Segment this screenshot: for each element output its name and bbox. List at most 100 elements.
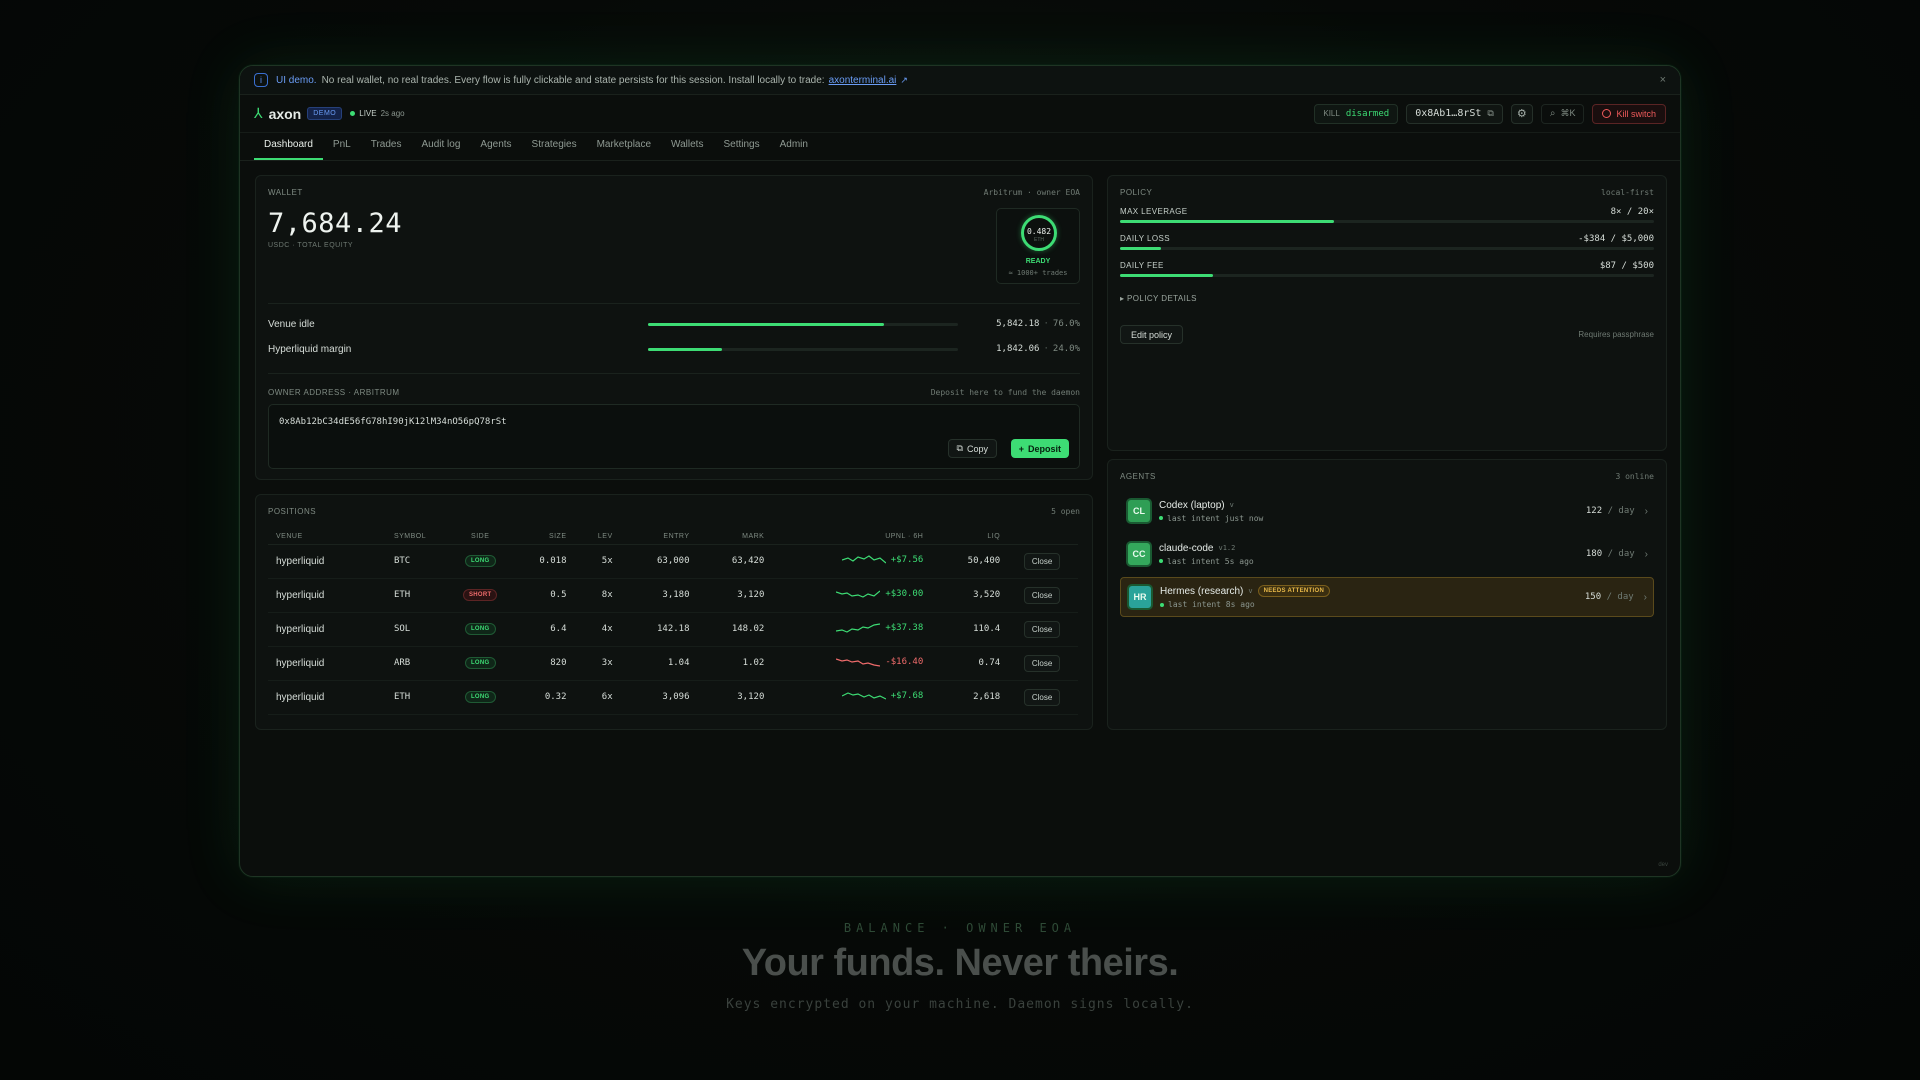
agent-row[interactable]: CL Codex (laptop) v last intent just now…: [1120, 491, 1654, 531]
agent-version: v: [1229, 501, 1234, 509]
col-side: SIDE: [449, 530, 511, 545]
allocation-name: Hyperliquid margin: [268, 343, 352, 355]
hero-subtitle: Keys encrypted on your machine. Daemon s…: [726, 997, 1194, 1012]
close-position-button[interactable]: Close: [1023, 552, 1061, 570]
agents-label: AGENTS: [1120, 472, 1156, 481]
agent-last-intent: last intent just now: [1167, 513, 1264, 523]
table-row: hyperliquid BTC LONG 0.018 5x 63,000 63,…: [268, 544, 1078, 579]
cell-liq: 0.74: [929, 646, 1007, 681]
col-entry: ENTRY: [618, 530, 696, 545]
top-bar: ⅄ axon DEMO LIVE 2s ago KILL disarmed 0x…: [240, 95, 1680, 133]
gas-ring: 0.482 ETH: [1021, 215, 1057, 251]
tab-admin[interactable]: Admin: [770, 139, 818, 160]
cell-venue: hyperliquid: [268, 544, 388, 579]
cell-action: Close: [1006, 646, 1078, 681]
kill-status-value: disarmed: [1345, 108, 1390, 119]
copy-icon: ⧉: [956, 443, 963, 453]
live-label: LIVE: [359, 109, 377, 118]
gas-value: 0.482: [1026, 227, 1052, 236]
col-lev: LEV: [572, 530, 619, 545]
address-chip[interactable]: 0x8Ab1…8rSt ⧉: [1406, 103, 1503, 124]
cell-upnl: +$30.00: [770, 578, 930, 613]
divider: [268, 373, 1080, 374]
tab-agents[interactable]: Agents: [470, 139, 521, 160]
wallet-network: Arbitrum · owner EOA: [983, 188, 1080, 197]
upnl-value: +$30.00: [885, 588, 924, 599]
wallet-balance: 7,684.24: [268, 208, 403, 239]
owner-address-label: OWNER ADDRESS · ARBITRUM: [268, 388, 400, 397]
banner-link[interactable]: axonterminal.ai: [829, 75, 897, 86]
agent-last-intent: last intent 8s ago: [1168, 600, 1255, 609]
app-name: axon: [268, 105, 302, 122]
policy-details-toggle[interactable]: ▸ POLICY DETAILS: [1120, 294, 1197, 303]
cell-lev: 5x: [572, 544, 619, 579]
policy-row-daily-fee: DAILY FEE $87 / $500: [1120, 261, 1654, 277]
close-position-button[interactable]: Close: [1023, 586, 1061, 604]
copy-button[interactable]: ⧉ Copy: [947, 439, 997, 458]
edit-policy-button[interactable]: Edit policy: [1120, 325, 1184, 344]
cell-upnl: +$37.38: [770, 612, 930, 647]
close-position-button[interactable]: Close: [1023, 654, 1061, 672]
cell-liq: 3,520: [929, 578, 1007, 613]
cell-upnl: -$16.40: [770, 646, 930, 681]
col-venue: VENUE: [268, 530, 388, 545]
main-tabs: Dashboard PnL Trades Audit log Agents St…: [240, 133, 1680, 161]
sparkline: [836, 590, 881, 598]
col-size: SIZE: [510, 530, 573, 545]
cell-side: LONG: [449, 612, 511, 647]
cell-size: 0.32: [510, 680, 573, 715]
kill-switch-button[interactable]: Kill switch: [1592, 103, 1666, 124]
tab-strategies[interactable]: Strategies: [522, 139, 587, 160]
agent-rate: 180: [1585, 549, 1603, 559]
close-position-button[interactable]: Close: [1023, 620, 1061, 638]
chevron-right-icon: ›: [1643, 591, 1647, 603]
deposit-button[interactable]: + Deposit: [1010, 439, 1069, 458]
policy-bar-fill: [1120, 274, 1213, 277]
agent-row[interactable]: CC claude-code v1.2 last intent 5s ago 1…: [1120, 534, 1654, 574]
tab-trades[interactable]: Trades: [361, 139, 412, 160]
wallet-balance-sub: USDC · TOTAL EQUITY: [268, 242, 354, 249]
cell-entry: 3,180: [618, 578, 696, 613]
tab-wallets[interactable]: Wallets: [661, 139, 713, 160]
banner-strong: UI demo.: [276, 74, 317, 86]
agent-row[interactable]: HR Hermes (research) v NEEDS ATTENTION l…: [1120, 577, 1654, 617]
allocation-percent: 76.0%: [1052, 319, 1080, 329]
tab-settings[interactable]: Settings: [713, 139, 769, 160]
col-mark: MARK: [695, 530, 771, 545]
cell-action: Close: [1006, 612, 1078, 647]
requires-passphrase-note: Requires passphrase: [1578, 330, 1654, 339]
owner-address[interactable]: 0x8Ab12bC34dE56fG78hI90jK12lM34nO56pQ78r…: [279, 417, 507, 427]
cell-symbol: BTC: [387, 544, 450, 579]
cell-side: LONG: [449, 646, 511, 681]
policy-bar: [1120, 220, 1654, 223]
cell-venue: hyperliquid: [268, 680, 388, 715]
settings-button[interactable]: ⚙: [1510, 103, 1533, 124]
tab-marketplace[interactable]: Marketplace: [587, 139, 661, 160]
tab-pnl[interactable]: PnL: [323, 139, 361, 160]
cell-action: Close: [1006, 578, 1078, 613]
allocation-bar: [648, 347, 958, 351]
agent-rate-unit: / day: [1607, 549, 1635, 559]
cell-symbol: ETH: [387, 578, 450, 613]
banner-close-button[interactable]: ×: [1660, 74, 1666, 86]
info-icon: i: [254, 73, 268, 87]
demo-banner: i UI demo. No real wallet, no real trade…: [240, 66, 1680, 95]
kill-switch-label: Kill switch: [1616, 108, 1656, 119]
gear-icon: ⚙: [1516, 108, 1527, 120]
tab-audit-log[interactable]: Audit log: [411, 139, 470, 160]
upnl-value: -$16.40: [885, 656, 924, 667]
policy-row-name: DAILY FEE: [1120, 261, 1164, 270]
owner-address-hint: Deposit here to fund the daemon: [930, 388, 1080, 397]
close-position-button[interactable]: Close: [1023, 688, 1061, 706]
tab-dashboard[interactable]: Dashboard: [254, 139, 323, 160]
external-link-icon: ↗: [900, 74, 908, 85]
policy-card: POLICY local-first MAX LEVERAGE 8× / 20×…: [1107, 175, 1667, 451]
side-badge: LONG: [464, 623, 496, 635]
chevron-right-icon: ›: [1644, 548, 1648, 560]
sparkline: [836, 657, 881, 667]
policy-row-value: $87 / $500: [1599, 261, 1654, 271]
live-dot-icon: [350, 111, 356, 116]
policy-label: POLICY: [1120, 188, 1153, 197]
search-button[interactable]: ⌕ ⌘K: [1540, 103, 1585, 124]
agent-name: claude-code: [1159, 542, 1214, 554]
